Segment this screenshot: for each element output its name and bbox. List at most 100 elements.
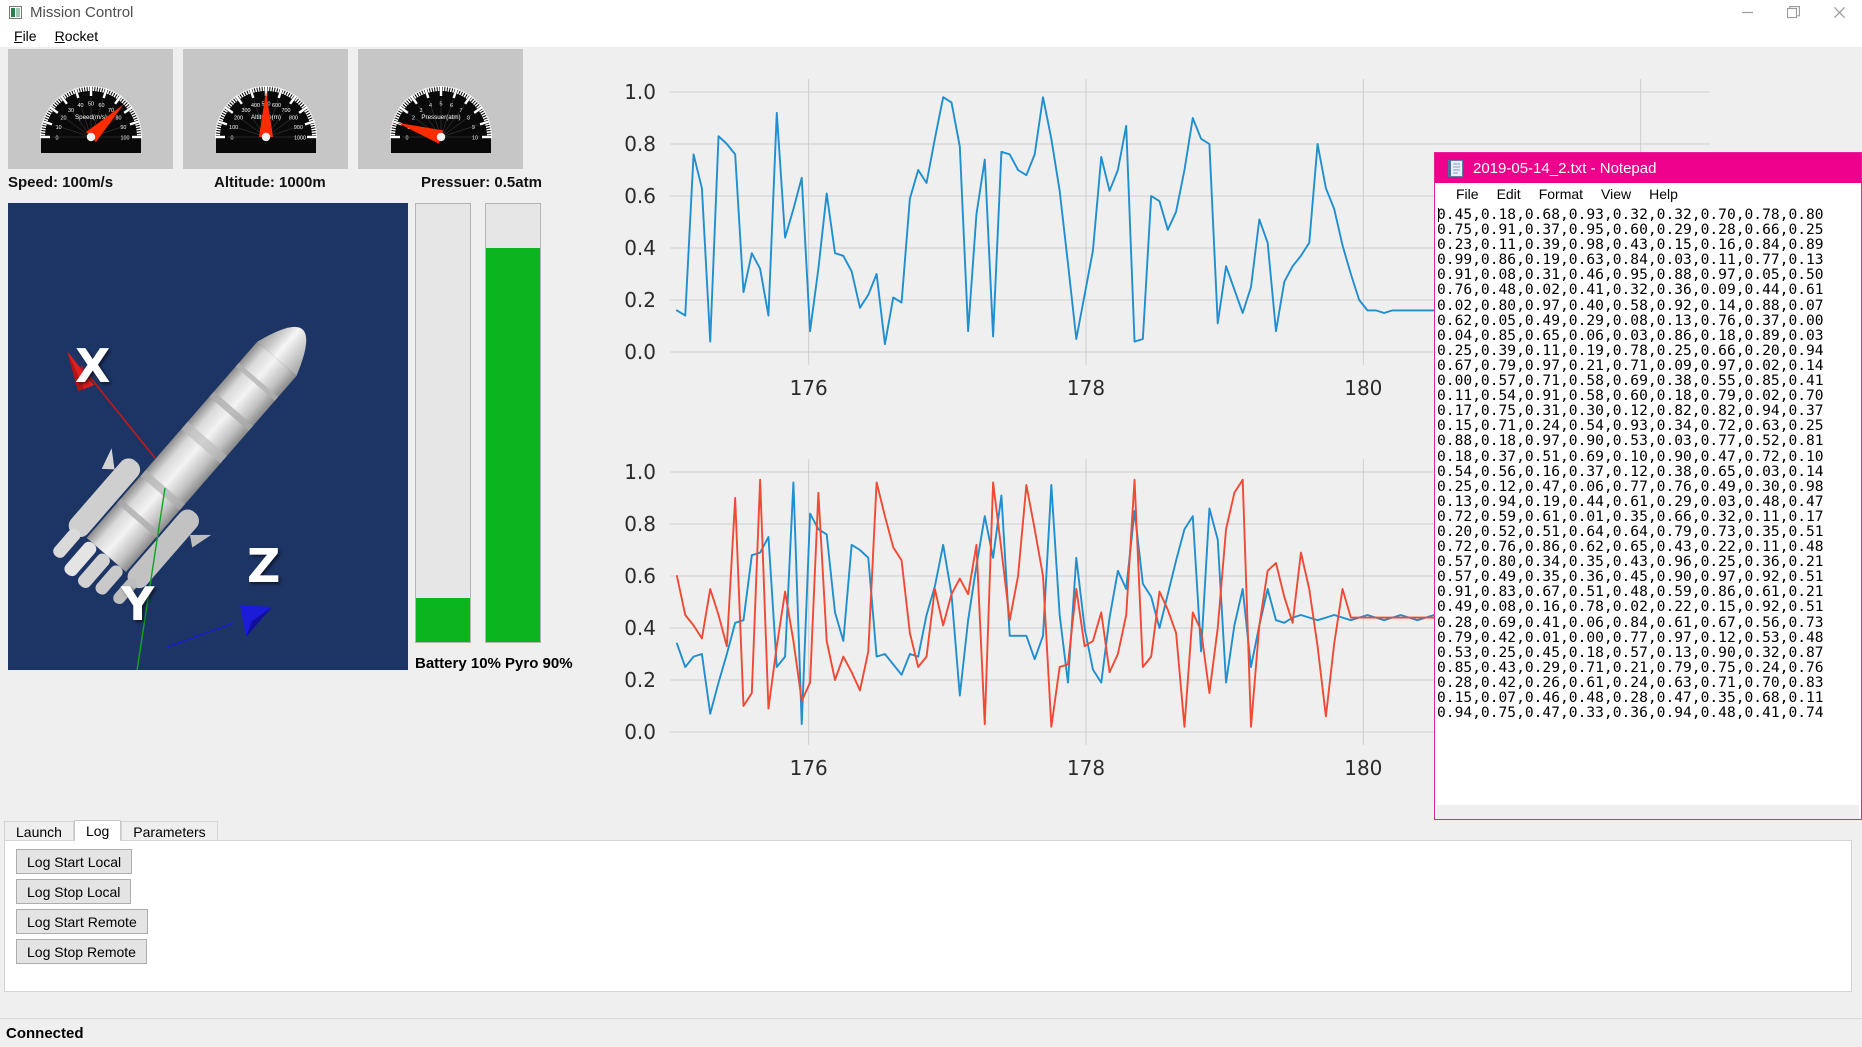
- notepad-icon: [1448, 159, 1464, 177]
- axis-label-x: X: [75, 339, 111, 393]
- tab-label: Parameters: [133, 823, 206, 840]
- pyro-bar: [485, 203, 541, 643]
- button-log-start-remote[interactable]: Log Start Remote: [16, 909, 148, 934]
- tab-label: Launch: [16, 823, 62, 840]
- gauge-panel-speed: 0 10 20 30 40 50 60 70 80 90 100 Speed(m/s): [8, 49, 173, 169]
- svg-text:10: 10: [472, 135, 478, 141]
- svg-text:800: 800: [289, 115, 298, 121]
- status-bars: [415, 203, 545, 643]
- pressure-readout: Pressuer: 0.5atm: [421, 174, 542, 191]
- svg-text:900: 900: [293, 125, 302, 131]
- notepad-menu-file[interactable]: File: [1447, 186, 1488, 202]
- rocket-3d-view[interactable]: X Y Z: [8, 203, 408, 670]
- svg-text:100: 100: [120, 135, 129, 141]
- svg-text:1000: 1000: [294, 135, 306, 141]
- close-icon[interactable]: [1816, 0, 1862, 24]
- svg-text:176: 176: [790, 376, 828, 400]
- svg-text:180: 180: [1344, 376, 1382, 400]
- svg-text:300: 300: [241, 108, 250, 114]
- notepad-menu-edit[interactable]: Edit: [1488, 186, 1530, 202]
- svg-text:0: 0: [405, 135, 408, 141]
- maximize-icon[interactable]: [1770, 0, 1816, 24]
- tab-log[interactable]: Log: [73, 820, 122, 841]
- statusbar: Connected: [0, 1023, 1862, 1047]
- svg-text:600: 600: [272, 103, 281, 109]
- notepad-title: 2019-05-14_2.txt - Notepad: [1473, 159, 1657, 177]
- window-title: Mission Control: [30, 3, 134, 21]
- svg-text:9: 9: [471, 125, 474, 131]
- tab-label: Log: [85, 823, 110, 839]
- svg-text:0: 0: [55, 135, 58, 141]
- svg-text:0.0: 0.0: [624, 340, 656, 364]
- speed-readout: Speed: 100m/s: [8, 174, 114, 191]
- notepad-textarea[interactable]: 0.45,0.18,0.68,0.93,0.32,0.32,0.70,0.78,…: [1437, 207, 1859, 803]
- notepad-hscrollbar[interactable]: [1437, 805, 1859, 819]
- button-label: Log Start Remote: [27, 913, 137, 930]
- bottom-panel: Launch Log Parameters Log Start Local Log S…: [0, 820, 1862, 1010]
- window-titlebar: Mission Control: [0, 0, 1862, 24]
- chart1-series-0: [675, 481, 1460, 726]
- button-log-start-local[interactable]: Log Start Local: [16, 849, 133, 874]
- svg-text:60: 60: [98, 103, 104, 109]
- app-icon: [9, 5, 22, 19]
- gauge-panel-altitude: 01002003004005006007008009001000Altitude…: [183, 49, 348, 169]
- notepad-menu-help[interactable]: Help: [1640, 186, 1687, 202]
- notepad-caret: [1438, 208, 1439, 222]
- svg-text:1.0: 1.0: [624, 80, 656, 104]
- battery-bar: [415, 203, 471, 643]
- svg-text:0.4: 0.4: [624, 236, 656, 260]
- button-label: Log Start Local: [27, 853, 122, 870]
- gauge-pressure: 012345678910Pressuer(atm): [389, 86, 492, 153]
- menu-file[interactable]: File: [5, 26, 46, 46]
- statusbar-divider: [0, 1018, 1862, 1019]
- notepad-menu-format[interactable]: Format: [1530, 186, 1592, 202]
- svg-text:Speed(m/s): Speed(m/s): [75, 114, 107, 121]
- svg-text:40: 40: [77, 103, 83, 109]
- svg-text:0.2: 0.2: [624, 288, 656, 312]
- minimize-icon[interactable]: [1724, 0, 1770, 24]
- bars-caption: Battery 10% Pyro 90%: [415, 655, 573, 672]
- svg-text:700: 700: [281, 108, 290, 114]
- svg-text:180: 180: [1344, 756, 1382, 780]
- tabstrip: Launch Log Parameters: [4, 820, 218, 841]
- rocket-3d-canvas: [53, 326, 307, 670]
- axis-label-y: Y: [121, 577, 155, 631]
- window-controls: [1724, 0, 1862, 24]
- menu-file-rest: ile: [22, 27, 37, 44]
- notepad-menu-view[interactable]: View: [1592, 186, 1640, 202]
- button-label: Log Stop Local: [27, 883, 121, 900]
- svg-text:Pressuer(atm): Pressuer(atm): [421, 114, 460, 121]
- log-tab-panel: Log Start Local Log Stop Local Log Start R…: [4, 840, 1852, 992]
- tab-launch[interactable]: Launch: [4, 821, 74, 841]
- menu-rocket[interactable]: Rocket: [46, 26, 108, 46]
- notepad-window[interactable]: 2019-05-14_2.txt - Notepad File Edit Forma…: [1434, 152, 1862, 820]
- button-label: Log Stop Remote: [27, 943, 136, 960]
- status-text: Connected: [6, 1025, 84, 1042]
- menu-rocket-rest: ocket: [64, 27, 99, 44]
- readout-row: Speed: 100m/s Altitude: 1000m Pressuer: …: [8, 174, 568, 196]
- svg-text:30: 30: [68, 108, 74, 114]
- notepad-titlebar[interactable]: 2019-05-14_2.txt - Notepad: [1435, 153, 1861, 183]
- gauge-panel-pressure: 012345678910Pressuer(atm): [358, 49, 523, 169]
- svg-text:176: 176: [790, 756, 828, 780]
- svg-text:400: 400: [250, 103, 259, 109]
- axis-label-z: Z: [247, 539, 281, 593]
- svg-text:0.2: 0.2: [624, 668, 656, 692]
- notepad-menubar: File Edit Format View Help: [1435, 183, 1861, 205]
- svg-text:178: 178: [1067, 756, 1105, 780]
- tab-parameters[interactable]: Parameters: [121, 821, 218, 841]
- svg-text:0.4: 0.4: [624, 616, 656, 640]
- svg-text:0.0: 0.0: [624, 720, 656, 744]
- svg-text:0.8: 0.8: [624, 512, 656, 536]
- chart0-series-0: [675, 96, 1460, 346]
- pyro-bar-fill: [486, 247, 540, 642]
- svg-text:0.6: 0.6: [624, 564, 656, 588]
- gauge-altitude: 01002003004005006007008009001000Altitude…: [214, 86, 317, 153]
- svg-text:100: 100: [229, 125, 238, 131]
- altitude-readout: Altitude: 1000m: [214, 174, 326, 191]
- gauge-speed: 010203040 50 60708090100Speed(m/s): [39, 86, 142, 153]
- button-log-stop-local[interactable]: Log Stop Local: [16, 879, 132, 904]
- svg-text:178: 178: [1067, 376, 1105, 400]
- button-log-stop-remote[interactable]: Log Stop Remote: [16, 939, 147, 964]
- svg-text:0.8: 0.8: [624, 132, 656, 156]
